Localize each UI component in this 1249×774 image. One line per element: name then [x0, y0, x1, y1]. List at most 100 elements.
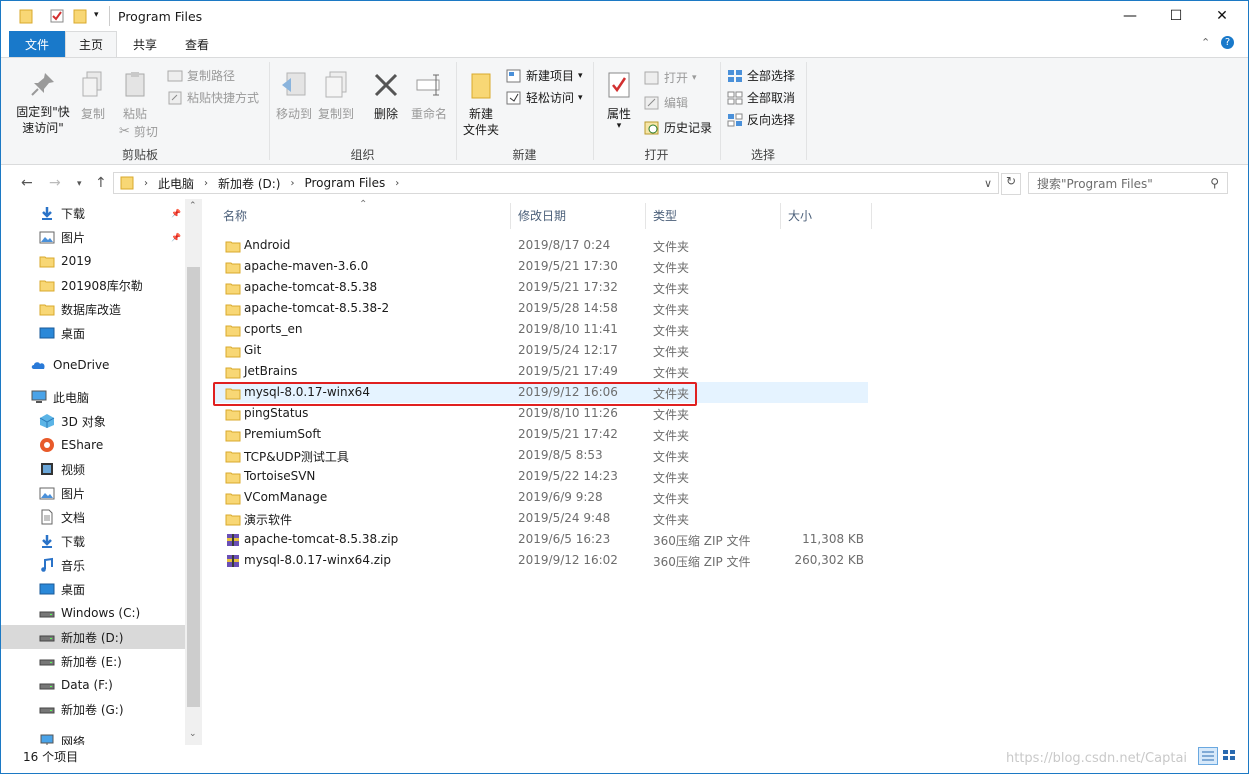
new-folder-button[interactable]: 新建 文件夹	[459, 70, 503, 138]
nav-item[interactable]: 新加卷 (D:)	[1, 625, 185, 649]
breadcrumb-separator-icon[interactable]: ›	[395, 178, 399, 189]
copy-path-button[interactable]: 复制路径	[167, 67, 235, 84]
paste-button[interactable]: 粘贴	[115, 70, 155, 122]
tab-home[interactable]: 主页	[65, 31, 117, 57]
rename-button[interactable]: 重命名	[407, 70, 451, 122]
address-dropdown-chevron-icon[interactable]: ∨	[984, 177, 992, 190]
copy-to-button[interactable]: 复制到	[315, 70, 357, 122]
column-divider[interactable]	[645, 203, 646, 229]
move-to-button[interactable]: 移动到	[273, 70, 315, 122]
history-button[interactable]: 历史记录	[644, 119, 712, 136]
breadcrumb-separator-icon[interactable]: ›	[144, 178, 148, 189]
nav-item[interactable]: 2019	[1, 249, 185, 273]
nav-item-label: 桌面	[61, 326, 86, 341]
breadcrumb-program-files[interactable]: Program Files	[304, 176, 385, 190]
minimize-button[interactable]: —	[1107, 1, 1153, 31]
file-row[interactable]: apache-tomcat-8.5.38.zip 2019/6/5 16:23 36…	[213, 529, 868, 550]
file-row[interactable]: mysql-8.0.17-winx64.zip 2019/9/12 16:02 36…	[213, 550, 868, 571]
column-divider[interactable]	[780, 203, 781, 229]
copy-button[interactable]: 复制	[75, 70, 111, 122]
nav-item[interactable]: 下载 📌	[1, 201, 185, 225]
help-icon[interactable]: ?	[1221, 36, 1234, 49]
back-arrow-icon[interactable]: ←	[21, 175, 33, 191]
file-row[interactable]: pingStatus 2019/8/10 11:26 文件夹	[213, 403, 868, 424]
nav-item[interactable]: 新加卷 (G:)	[1, 697, 185, 721]
file-row[interactable]: apache-tomcat-8.5.38-2 2019/5/28 14:58 文件夹	[213, 298, 868, 319]
file-row[interactable]: Android 2019/8/17 0:24 文件夹	[213, 235, 868, 256]
address-bar[interactable]: › 此电脑 › 新加卷 (D:) › Program Files › ∨	[113, 172, 999, 194]
column-divider[interactable]	[510, 203, 511, 229]
large-icons-view-button[interactable]	[1220, 747, 1238, 763]
maximize-button[interactable]: ☐	[1153, 1, 1199, 31]
nav-item[interactable]: 图片	[1, 481, 185, 505]
nav-item[interactable]: 数据库改造	[1, 297, 185, 321]
breadcrumb-separator-icon[interactable]: ›	[290, 178, 294, 189]
collapse-ribbon-icon[interactable]: ⌃	[1201, 36, 1210, 49]
file-row[interactable]: apache-tomcat-8.5.38 2019/5/21 17:32 文件夹	[213, 277, 868, 298]
breadcrumb-this-pc[interactable]: 此电脑	[158, 175, 194, 192]
properties-button[interactable]: 属性 ▾	[598, 70, 640, 131]
nav-item[interactable]: 视频	[1, 457, 185, 481]
select-none-button[interactable]: 全部取消	[727, 89, 795, 106]
file-row[interactable]: 演示软件 2019/5/24 9:48 文件夹	[213, 508, 868, 529]
edit-button[interactable]: 编辑	[644, 94, 688, 111]
file-row[interactable]: Git 2019/5/24 12:17 文件夹	[213, 340, 868, 361]
file-row[interactable]: TCP&UDP测试工具 2019/8/5 8:53 文件夹	[213, 445, 868, 466]
file-row[interactable]: PremiumSoft 2019/5/21 17:42 文件夹	[213, 424, 868, 445]
column-header-size[interactable]: 大小	[788, 207, 812, 224]
nav-item[interactable]: 201908库尔勒	[1, 273, 185, 297]
nav-item[interactable]: 下载	[1, 529, 185, 553]
tab-share[interactable]: 共享	[119, 31, 171, 57]
scroll-down-arrow-icon[interactable]: ⌄	[189, 729, 197, 739]
new-item-button[interactable]: 新建项目 ▾	[506, 67, 583, 84]
nav-item[interactable]: 此电脑	[1, 385, 185, 409]
tab-view[interactable]: 查看	[171, 31, 223, 57]
open-button[interactable]: 打开 ▾	[644, 69, 697, 86]
recent-locations-chevron-icon[interactable]: ▾	[77, 179, 82, 189]
breadcrumb-drive-d[interactable]: 新加卷 (D:)	[218, 175, 280, 192]
easy-access-button[interactable]: 轻松访问 ▾	[506, 89, 583, 106]
quick-access-dropdown-icon[interactable]: ▾	[94, 10, 99, 20]
properties-checkbox-icon[interactable]	[49, 8, 65, 24]
file-row[interactable]: TortoiseSVN 2019/5/22 14:23 文件夹	[213, 466, 868, 487]
nav-item[interactable]: 桌面	[1, 577, 185, 601]
file-row[interactable]: apache-maven-3.6.0 2019/5/21 17:30 文件夹	[213, 256, 868, 277]
breadcrumb-separator-icon[interactable]: ›	[204, 178, 208, 189]
delete-button[interactable]: 删除	[365, 70, 407, 122]
select-all-button[interactable]: 全部选择	[727, 67, 795, 84]
up-arrow-icon[interactable]: ↑	[95, 175, 107, 191]
nav-item[interactable]: 音乐	[1, 553, 185, 577]
nav-item[interactable]: 图片 📌	[1, 225, 185, 249]
column-header-date[interactable]: 修改日期	[518, 207, 566, 224]
refresh-icon[interactable]: ↻	[1001, 173, 1021, 195]
file-row[interactable]: VComManage 2019/6/9 9:28 文件夹	[213, 487, 868, 508]
nav-scrollbar[interactable]: ⌃ ⌄	[185, 199, 202, 745]
nav-item[interactable]: EShare	[1, 433, 185, 457]
search-input[interactable]: 搜索"Program Files" ⚲	[1028, 172, 1228, 194]
nav-item[interactable]: 文档	[1, 505, 185, 529]
file-row[interactable]: cports_en 2019/8/10 11:41 文件夹	[213, 319, 868, 340]
nav-item[interactable]: 桌面	[1, 321, 185, 345]
tab-file[interactable]: 文件	[9, 31, 65, 57]
pin-to-quick-access-button[interactable]: 固定到"快 速访问"	[11, 70, 75, 136]
column-divider[interactable]	[871, 203, 872, 229]
paste-shortcut-button[interactable]: 粘贴快捷方式	[167, 89, 259, 106]
search-icon[interactable]: ⚲	[1210, 176, 1219, 190]
scroll-up-arrow-icon[interactable]: ⌃	[189, 201, 197, 211]
forward-arrow-icon[interactable]: →	[49, 175, 61, 191]
file-row[interactable]: JetBrains 2019/5/21 17:49 文件夹	[213, 361, 868, 382]
column-header-type[interactable]: 类型	[653, 207, 677, 224]
new-folder-icon[interactable]	[73, 8, 87, 24]
column-header-name[interactable]: 名称	[223, 207, 247, 224]
nav-scrollbar-thumb[interactable]	[187, 267, 200, 707]
invert-selection-button[interactable]: 反向选择	[727, 111, 795, 128]
nav-item[interactable]: 新加卷 (E:)	[1, 649, 185, 673]
nav-item[interactable]: Data (F:)	[1, 673, 185, 697]
nav-item[interactable]: 网络	[1, 729, 185, 745]
nav-item[interactable]: OneDrive	[1, 353, 185, 377]
close-button[interactable]: ✕	[1199, 1, 1245, 31]
details-view-button[interactable]	[1198, 747, 1218, 765]
nav-item[interactable]: 3D 对象	[1, 409, 185, 433]
nav-item[interactable]: Windows (C:)	[1, 601, 185, 625]
cut-button[interactable]: ✂ 剪切	[119, 123, 158, 140]
